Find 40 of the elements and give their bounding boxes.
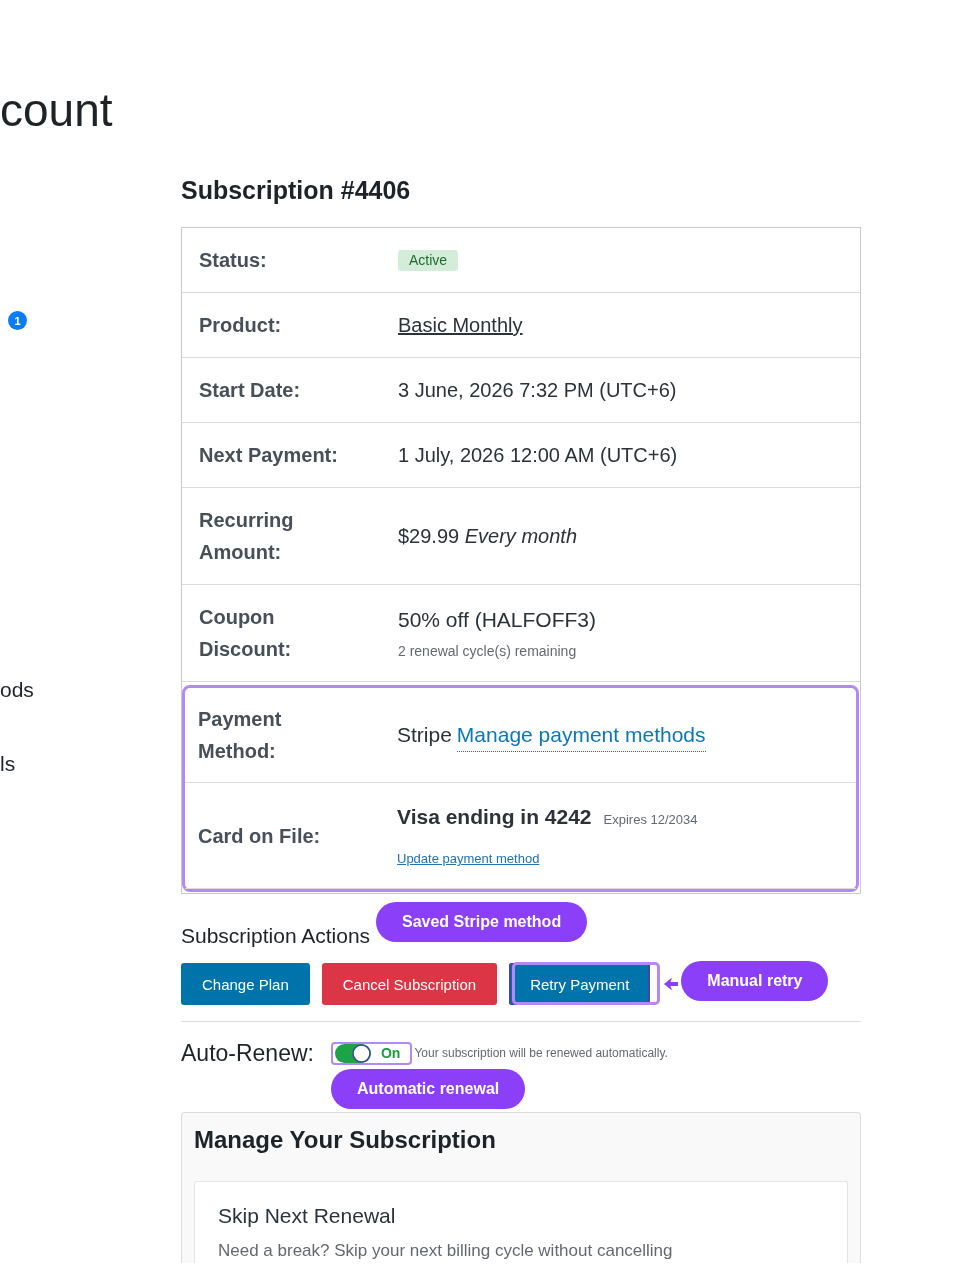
- sidebar-item[interactable]: ods: [0, 676, 34, 704]
- option-title: Skip Next Renewal: [218, 1203, 396, 1229]
- field-value: 1 July, 2026 12:00 AM (UTC+6): [398, 444, 678, 466]
- action-button[interactable]: Retry Payment: [509, 963, 651, 1005]
- toggle-state-label: On: [380, 1043, 401, 1063]
- manage-methods-link[interactable]: Manage payment methods: [456, 718, 706, 752]
- option-description: Need a break? Skip your next billing cycle without cancelling: [218, 1240, 673, 1262]
- field-label: Payment Method:: [198, 707, 283, 764]
- payment-provider: Stripe: [397, 721, 452, 748]
- field-value: $29.99 Every month: [398, 525, 577, 547]
- callout-label: Saved Stripe method: [376, 902, 588, 942]
- field-value: 3 June, 2026 7:32 PM (UTC+6): [398, 379, 677, 401]
- field-label: Product:: [199, 313, 282, 338]
- field-label: Recurring Amount:: [199, 508, 295, 565]
- card-summary: Visa ending in 4242: [397, 804, 592, 830]
- auto-renew-label: Auto-Renew:: [181, 1039, 314, 1067]
- auto-renew-description: Your subscription will be renewed automatically.: [414, 1046, 668, 1060]
- coupon-note: 2 renewal cycle(s) remaining: [398, 642, 577, 661]
- callout-label: Manual retry: [681, 961, 829, 1001]
- page-title: count: [0, 83, 113, 137]
- action-button[interactable]: Change Plan: [181, 963, 310, 1005]
- field-label: Coupon Discount:: [199, 605, 293, 662]
- update-method-link[interactable]: Update payment method: [397, 850, 540, 868]
- sidebar-item[interactable]: ls: [0, 750, 16, 778]
- panel-title: Manage Your Subscription: [194, 1125, 496, 1155]
- card-expiry: Expires 12/2034: [603, 812, 698, 827]
- callout-label: Automatic renewal: [330, 1068, 526, 1109]
- coupon-value: 50% off (HALFOFF3): [398, 607, 596, 633]
- action-button[interactable]: Cancel Subscription: [321, 963, 498, 1005]
- section-title: Subscription Actions: [181, 923, 371, 949]
- product-link[interactable]: Basic Monthly: [398, 314, 523, 336]
- count-badge: 1: [8, 311, 27, 330]
- field-label: Start Date:: [199, 378, 301, 403]
- status-badge: Active: [398, 249, 459, 271]
- arrow-icon: [664, 977, 679, 991]
- field-label: Card on File:: [198, 823, 321, 849]
- subscription-title: Subscription #4406: [181, 175, 411, 206]
- field-label: Next Payment:: [199, 443, 338, 468]
- toggle-switch[interactable]: [334, 1043, 371, 1063]
- field-label: Status:: [199, 248, 267, 273]
